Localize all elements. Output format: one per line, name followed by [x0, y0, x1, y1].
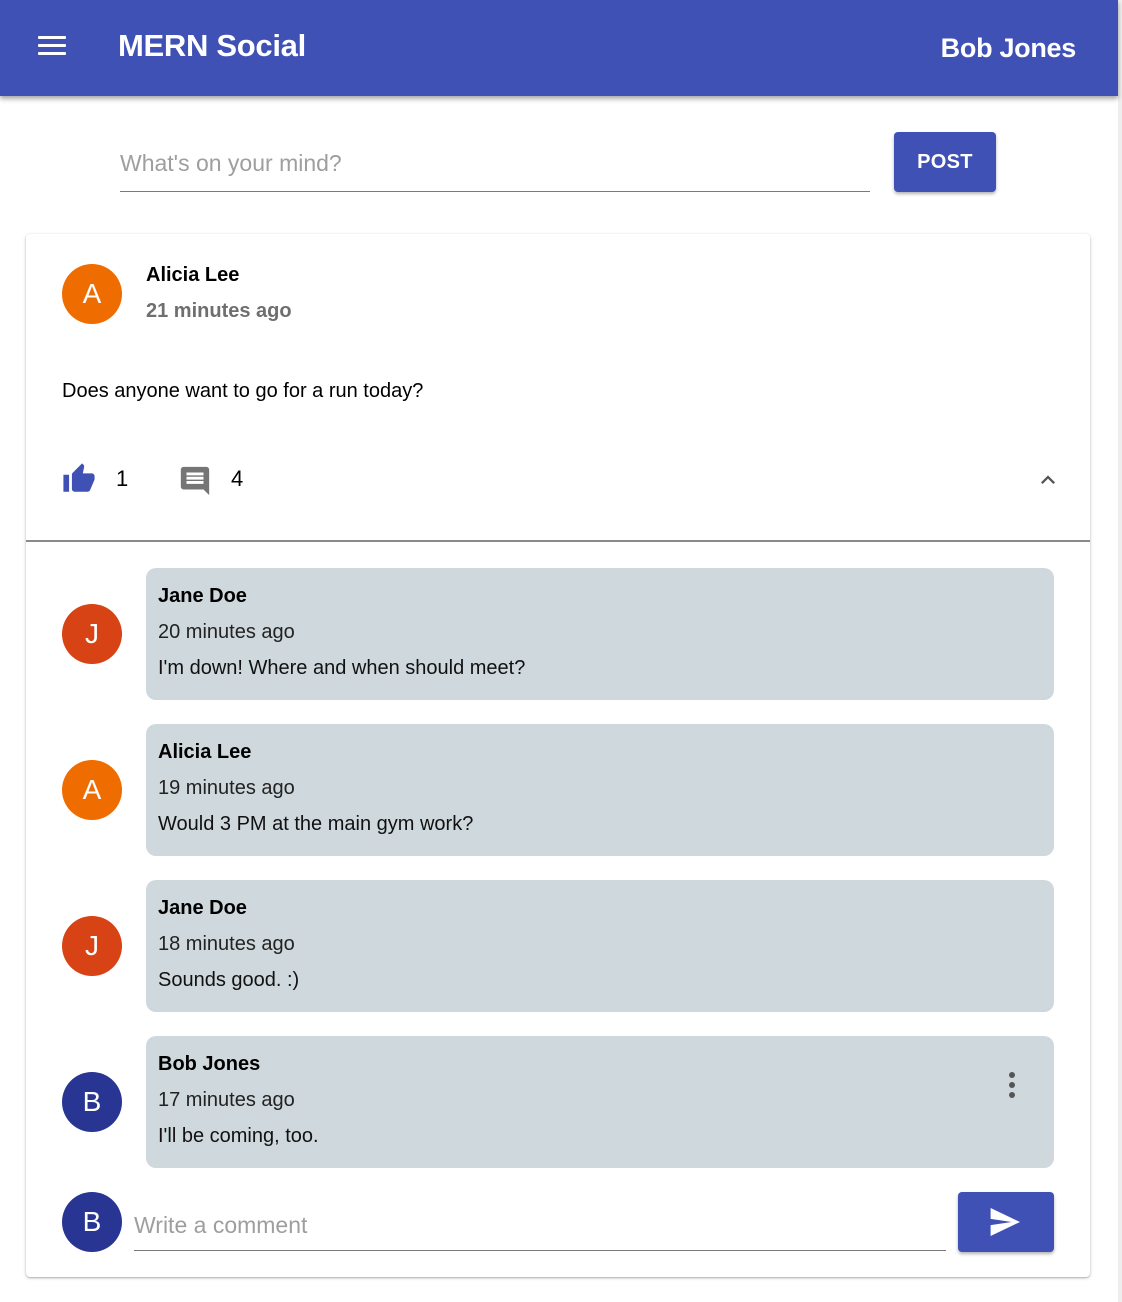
post-card: A Alicia Lee 21 minutes ago Does anyone … — [26, 234, 1090, 1277]
thumb-up-icon[interactable] — [60, 462, 98, 496]
post-button[interactable]: POST — [894, 132, 996, 192]
comment-timestamp: 18 minutes ago — [158, 933, 295, 955]
comment-text: I'm down! Where and when should meet? — [158, 657, 526, 679]
new-post-field[interactable]: What's on your mind? — [120, 140, 870, 192]
comment-bubble: Bob Jones 17 minutes ago I'll be coming,… — [146, 1036, 1054, 1168]
comment-box-avatar: B — [62, 1192, 122, 1252]
post-author-name[interactable]: Alicia Lee — [146, 264, 239, 287]
new-post-input[interactable]: What's on your mind? — [120, 150, 870, 177]
app-bar: MERN Social Bob Jones — [0, 0, 1118, 96]
post-timestamp: 21 minutes ago — [146, 300, 292, 322]
comment-author[interactable]: Alicia Lee — [158, 741, 251, 764]
comment-timestamp: 20 minutes ago — [158, 621, 295, 643]
menu-icon[interactable] — [36, 34, 68, 58]
app-title: MERN Social — [118, 28, 306, 63]
comment-bubble: Jane Doe 18 minutes ago Sounds good. :) — [146, 880, 1054, 1012]
more-vert-icon[interactable] — [1002, 1070, 1022, 1100]
comment-count: 4 — [231, 466, 244, 491]
comment-author[interactable]: Jane Doe — [158, 585, 247, 608]
comment-text: Would 3 PM at the main gym work? — [158, 813, 474, 835]
comment-timestamp: 17 minutes ago — [158, 1089, 295, 1111]
comment-avatar[interactable]: J — [62, 916, 122, 976]
comment-bubble: Jane Doe 20 minutes ago I'm down! Where … — [146, 568, 1054, 700]
comment-input[interactable]: Write a comment — [134, 1212, 307, 1239]
comment-avatar[interactable]: J — [62, 604, 122, 664]
comment-author[interactable]: Bob Jones — [158, 1053, 260, 1076]
chevron-up-icon[interactable] — [1034, 466, 1062, 494]
comment-author[interactable]: Jane Doe — [158, 897, 247, 920]
comments-divider — [26, 540, 1090, 542]
comment-field[interactable]: Write a comment — [134, 1204, 946, 1251]
send-icon — [990, 1208, 1020, 1236]
comment-icon[interactable] — [178, 464, 212, 498]
comment-timestamp: 19 minutes ago — [158, 777, 295, 799]
current-user-name[interactable]: Bob Jones — [941, 33, 1077, 64]
comment-avatar[interactable]: B — [62, 1072, 122, 1132]
post-author-avatar[interactable]: A — [62, 264, 122, 324]
send-comment-button[interactable] — [958, 1192, 1054, 1252]
comment-avatar[interactable]: A — [62, 760, 122, 820]
comment-bubble: Alicia Lee 19 minutes ago Would 3 PM at … — [146, 724, 1054, 856]
window-edge — [1118, 0, 1122, 1302]
post-text: Does anyone want to go for a run today? — [62, 380, 424, 402]
like-count: 1 — [116, 466, 129, 491]
comment-text: Sounds good. :) — [158, 969, 300, 991]
comment-text: I'll be coming, too. — [158, 1125, 319, 1147]
